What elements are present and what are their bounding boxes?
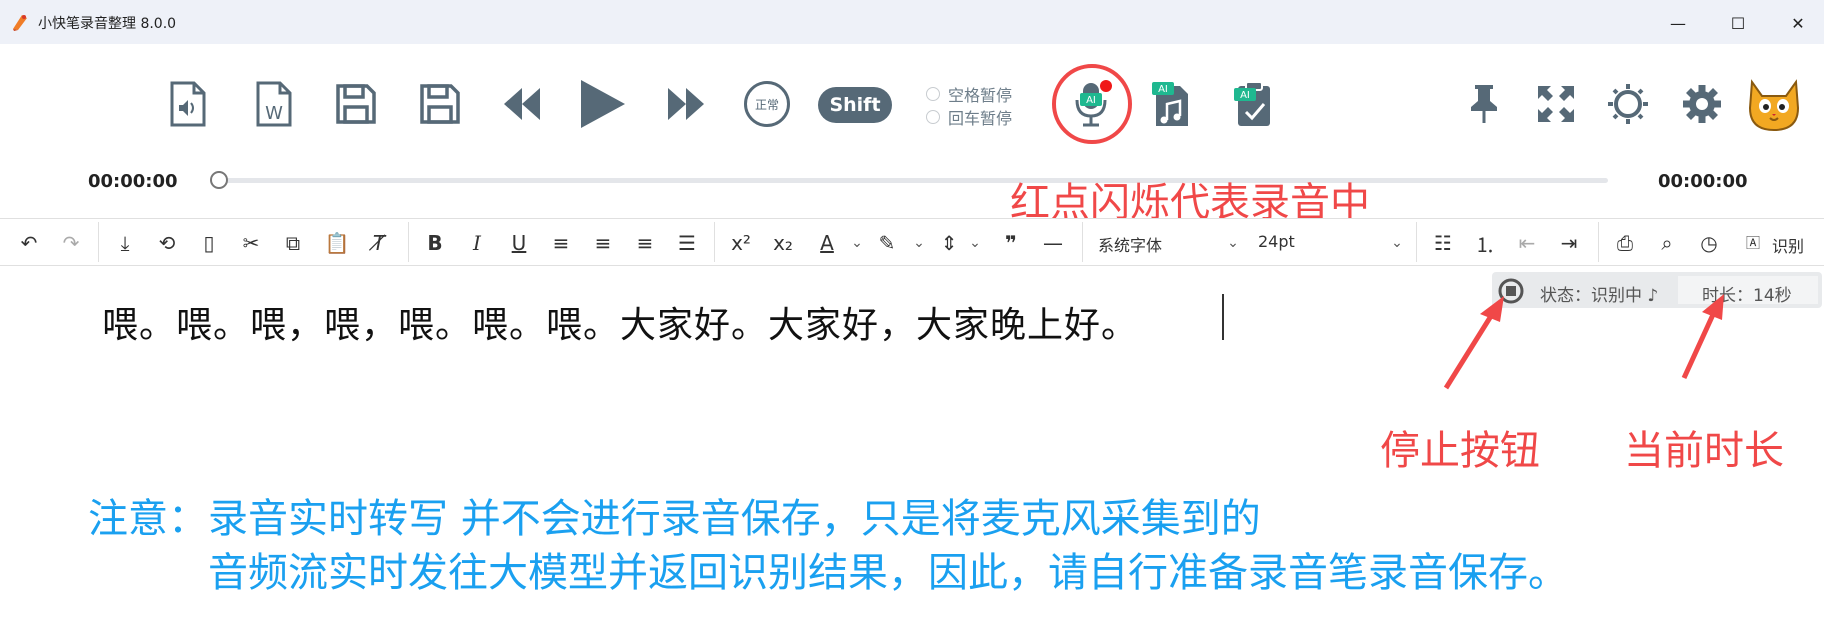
ai-microphone-icon[interactable]: AI xyxy=(1066,78,1118,130)
history-icon[interactable]: ⟲ xyxy=(152,228,182,258)
outdent-icon[interactable]: ⇤ xyxy=(1512,228,1542,258)
play-icon[interactable] xyxy=(576,78,628,130)
ai-recognize-icon[interactable]: 🄰 xyxy=(1738,228,1768,258)
stop-button-annotation: 停止按钮 xyxy=(1380,428,1540,474)
bullet-list-icon[interactable]: ☷ xyxy=(1428,228,1458,258)
enter-pause-option[interactable]: 回车暂停 xyxy=(926,105,1012,129)
progress-handle[interactable] xyxy=(210,171,228,189)
copy-icon[interactable]: ⧉ xyxy=(278,228,308,258)
quote-icon[interactable]: ❞ xyxy=(996,228,1026,258)
highlight-dropdown-icon[interactable]: ⌄ xyxy=(904,228,934,258)
ai-clipboard-check-icon[interactable]: AI xyxy=(1228,78,1280,130)
font-color-icon[interactable]: A xyxy=(812,228,842,258)
new-document-icon[interactable]: ▯ xyxy=(194,228,224,258)
fast-forward-icon[interactable] xyxy=(660,78,712,130)
superscript-icon[interactable]: x² xyxy=(726,228,756,258)
font-family-select[interactable]: 系统字体 xyxy=(1098,232,1162,256)
current-duration-annotation: 当前时长 xyxy=(1624,428,1784,474)
numbered-list-icon[interactable]: ⒈ xyxy=(1470,228,1500,258)
theme-brightness-icon[interactable] xyxy=(1602,78,1654,130)
font-size-select[interactable]: 24pt xyxy=(1258,232,1295,251)
maximize-button[interactable]: ☐ xyxy=(1718,8,1758,38)
save-as-icon[interactable] xyxy=(414,78,466,130)
save-icon[interactable] xyxy=(330,78,382,130)
font-family-dropdown-icon[interactable]: ⌄ xyxy=(1218,228,1248,258)
enter-pause-radio[interactable] xyxy=(926,110,940,124)
ai-music-file-icon[interactable]: AI xyxy=(1146,78,1198,130)
duration-annotation-arrow xyxy=(1681,294,1724,380)
shift-button[interactable]: Shift xyxy=(818,87,892,123)
toolbar-divider xyxy=(1598,222,1599,262)
text-caret xyxy=(1222,294,1224,340)
import-icon[interactable]: ⤓ xyxy=(110,228,140,258)
toolbar-divider xyxy=(1416,222,1417,262)
fullscreen-icon[interactable] xyxy=(1530,78,1582,130)
line-height-dropdown-icon[interactable]: ⌄ xyxy=(960,228,990,258)
total-time: 00:00:00 xyxy=(1658,171,1748,192)
svg-text:W: W xyxy=(265,103,283,124)
justify-icon[interactable]: ☰ xyxy=(672,228,702,258)
playback-speed-normal-button[interactable]: 正常 xyxy=(744,81,790,127)
underline-icon[interactable]: U xyxy=(504,228,534,258)
current-time: 00:00:00 xyxy=(88,171,178,192)
stop-annotation-arrow xyxy=(1443,296,1504,390)
svg-text:AI: AI xyxy=(1086,95,1096,106)
progress-track[interactable] xyxy=(220,178,1608,183)
title-bar xyxy=(0,0,1824,44)
toolbar-divider xyxy=(714,222,715,262)
indent-icon[interactable]: ⇥ xyxy=(1554,228,1584,258)
toolbar-divider xyxy=(408,222,409,262)
minimize-button[interactable]: — xyxy=(1658,8,1698,38)
space-pause-radio[interactable] xyxy=(926,87,940,101)
notice-line-1: 注意：录音实时转写 并不会进行录音保存，只是将麦克风采集到的 xyxy=(88,496,1261,542)
space-pause-label: 空格暂停 xyxy=(948,86,1013,105)
undo-icon[interactable]: ↶ xyxy=(14,228,44,258)
settings-gear-icon[interactable] xyxy=(1676,78,1728,130)
search-icon[interactable]: ⌕ xyxy=(1652,228,1682,258)
italic-icon[interactable]: I xyxy=(462,228,492,258)
toolbar-divider xyxy=(1082,222,1083,262)
clear-format-icon[interactable]: T̸ xyxy=(364,228,394,258)
app-logo-icon xyxy=(13,15,27,31)
window-title: 小快笔录音整理 8.0.0 xyxy=(38,16,177,32)
pin-icon[interactable] xyxy=(1458,78,1510,130)
align-center-icon[interactable]: ≡ xyxy=(588,228,618,258)
audio-file-icon[interactable] xyxy=(162,78,214,130)
clock-icon[interactable]: ◷ xyxy=(1694,228,1724,258)
align-left-icon[interactable]: ≡ xyxy=(546,228,576,258)
toolbar-divider xyxy=(98,222,99,262)
editor-content[interactable]: 喂。喂。喂，喂，喂。喂。喂。大家好。大家好，大家晚上好。 xyxy=(102,296,1138,348)
redo-icon[interactable]: ↷ xyxy=(56,228,86,258)
paste-icon[interactable]: 📋 xyxy=(322,228,352,258)
space-pause-option[interactable]: 空格暂停 xyxy=(926,82,1012,106)
word-file-icon[interactable]: W xyxy=(248,78,300,130)
horizontal-rule-icon[interactable]: — xyxy=(1038,228,1068,258)
close-button[interactable]: ✕ xyxy=(1778,8,1818,38)
cut-icon[interactable]: ✂ xyxy=(236,228,266,258)
notice-line-2: 音频流实时发往大模型并返回识别结果，因此，请自行准备录音笔录音保存。 xyxy=(208,550,1568,596)
svg-text:AI: AI xyxy=(1240,90,1250,101)
recognize-button-label[interactable]: 识别 xyxy=(1772,233,1804,257)
font-size-dropdown-icon[interactable]: ⌄ xyxy=(1382,228,1412,258)
svg-text:AI: AI xyxy=(1158,84,1168,95)
font-color-dropdown-icon[interactable]: ⌄ xyxy=(842,228,872,258)
highlight-icon[interactable]: ✎ xyxy=(872,228,902,258)
rewind-icon[interactable] xyxy=(496,78,548,130)
subscript-icon[interactable]: x₂ xyxy=(768,228,798,258)
cat-avatar[interactable] xyxy=(1746,74,1802,134)
print-icon[interactable]: ⎙ xyxy=(1610,228,1640,258)
align-right-icon[interactable]: ≡ xyxy=(630,228,660,258)
enter-pause-label: 回车暂停 xyxy=(948,109,1013,128)
bold-icon[interactable]: B xyxy=(420,228,450,258)
